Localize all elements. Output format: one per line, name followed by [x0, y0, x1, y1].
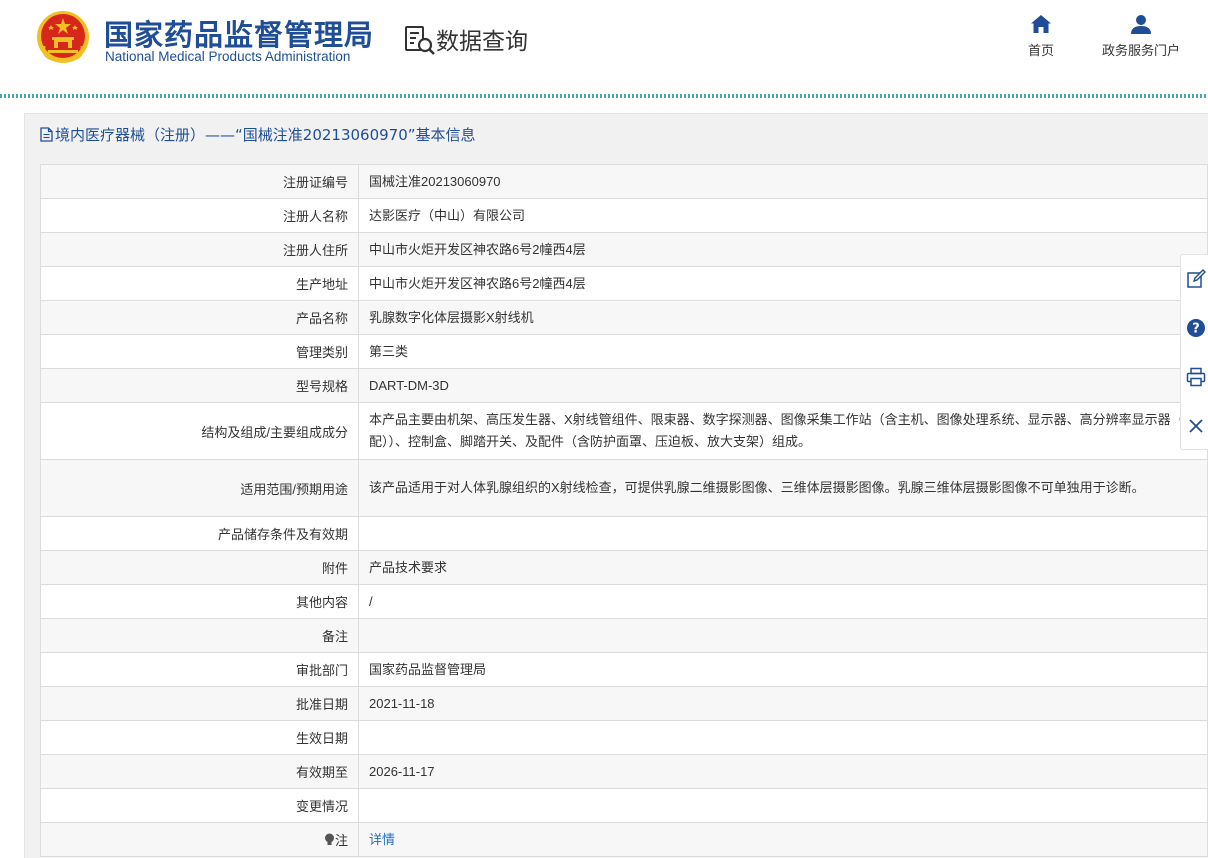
print-icon[interactable]: [1186, 367, 1206, 387]
table-row: 产品名称 乳腺数字化体层摄影X射线机: [40, 300, 1208, 335]
table-row: 附件 产品技术要求: [40, 550, 1208, 585]
section-title: 数据查询: [436, 29, 528, 55]
info-table: 注册证编号 国械注准20213060970 注册人名称 达影医疗（中山）有限公司 注册人…: [40, 164, 1208, 857]
row-label: 管理类别: [40, 334, 359, 369]
table-row: 产品储存条件及有效期: [40, 516, 1208, 551]
note-label: 注: [334, 833, 348, 848]
table-row: 备注: [40, 618, 1208, 653]
search-document-icon: [405, 26, 435, 55]
row-value: 本产品主要由机架、高压发生器、X射线管组件、限束器、数字探测器、图像采集工作站（…: [358, 402, 1208, 460]
row-label: 审批部门: [40, 652, 359, 687]
row-value: 中山市火炬开发区神农路6号2幢西4层: [358, 266, 1208, 301]
row-label: 型号规格: [40, 368, 359, 403]
row-label: 其他内容: [40, 584, 359, 619]
table-row: 审批部门 国家药品监督管理局: [40, 652, 1208, 687]
row-label: 有效期至: [40, 754, 359, 789]
row-value: [358, 618, 1208, 653]
row-value: /: [358, 584, 1208, 619]
close-icon[interactable]: [1186, 416, 1206, 436]
row-label: 附件: [40, 550, 359, 585]
row-label: 注册证编号: [40, 164, 359, 199]
row-value: 第三类: [358, 334, 1208, 369]
nav-service-portal-button[interactable]: 政务服务门户: [1095, 14, 1187, 60]
panel-title-text: 境内医疗器械（注册）——“国械注准20213060970”基本信息: [55, 126, 476, 144]
table-row: 管理类别 第三类: [40, 334, 1208, 369]
table-row: 有效期至 2026-11-17: [40, 754, 1208, 789]
table-row: 适用范围/预期用途 该产品适用于对人体乳腺组织的X射线检查，可提供乳腺二维摄影图像…: [40, 459, 1208, 517]
row-value: 详情: [358, 822, 1208, 857]
row-label: 变更情况: [40, 788, 359, 823]
row-value: [358, 788, 1208, 823]
row-value: [358, 516, 1208, 551]
row-label: 注册人名称: [40, 198, 359, 233]
row-label: 注: [40, 822, 359, 857]
table-row: 注册人名称 达影医疗（中山）有限公司: [40, 198, 1208, 233]
panel-title: 境内医疗器械（注册）——“国械注准20213060970”基本信息: [40, 124, 476, 145]
row-value: 乳腺数字化体层摄影X射线机: [358, 300, 1208, 335]
row-label: 生产地址: [40, 266, 359, 301]
table-row: 变更情况: [40, 788, 1208, 823]
nav-home-label: 首页: [1027, 43, 1054, 58]
home-icon: [1031, 15, 1051, 33]
row-value: 2021-11-18: [358, 686, 1208, 721]
help-icon[interactable]: ?: [1186, 318, 1206, 338]
row-label: 生效日期: [40, 720, 359, 755]
table-row: 结构及组成/主要组成成分 本产品主要由机架、高压发生器、X射线管组件、限束器、数字…: [40, 402, 1208, 460]
site-header: 国家药品监督管理局 National Medical Products Admi…: [0, 0, 1208, 98]
row-value: 中山市火炬开发区神农路6号2幢西4层: [358, 232, 1208, 267]
row-value: [358, 720, 1208, 755]
row-value: 产品技术要求: [358, 550, 1208, 585]
org-name-en: National Medical Products Administration: [105, 49, 351, 64]
nav-service-label: 政务服务门户: [1101, 43, 1180, 58]
row-label: 注册人住所: [40, 232, 359, 267]
table-row: 生效日期: [40, 720, 1208, 755]
user-icon: [1131, 15, 1151, 34]
row-value: DART-DM-3D: [358, 368, 1208, 403]
row-label: 产品名称: [40, 300, 359, 335]
row-value: 国家药品监督管理局: [358, 652, 1208, 687]
table-row: 型号规格 DART-DM-3D: [40, 368, 1208, 403]
edit-icon[interactable]: [1186, 269, 1206, 289]
details-link[interactable]: 详情: [369, 832, 395, 847]
row-label: 产品储存条件及有效期: [40, 516, 359, 551]
table-row: 批准日期 2021-11-18: [40, 686, 1208, 721]
row-label: 备注: [40, 618, 359, 653]
row-label: 批准日期: [40, 686, 359, 721]
side-toolbar: ?: [1180, 254, 1208, 450]
header-divider: [0, 94, 1208, 98]
document-icon: [40, 127, 53, 142]
row-value: 达影医疗（中山）有限公司: [358, 198, 1208, 233]
row-value: 2026-11-17: [358, 754, 1208, 789]
table-row: 其他内容 /: [40, 584, 1208, 619]
row-value: 该产品适用于对人体乳腺组织的X射线检查，可提供乳腺二维摄影图像、三维体层摄影图像…: [358, 459, 1208, 517]
nav-home-button[interactable]: 首页: [1022, 14, 1060, 60]
table-row: 注册人住所 中山市火炬开发区神农路6号2幢西4层: [40, 232, 1208, 267]
lightbulb-icon: [324, 833, 334, 845]
row-label: 适用范围/预期用途: [40, 459, 359, 517]
row-label: 结构及组成/主要组成成分: [40, 402, 359, 460]
national-emblem-icon: [37, 11, 89, 63]
table-row: 生产地址 中山市火炬开发区神农路6号2幢西4层: [40, 266, 1208, 301]
svg-text:?: ?: [1192, 322, 1200, 337]
org-name-cn: 国家药品监督管理局: [104, 18, 375, 52]
table-row-note: 注 详情: [40, 822, 1208, 857]
row-value: 国械注准20213060970: [358, 164, 1208, 199]
table-row: 注册证编号 国械注准20213060970: [40, 164, 1208, 199]
